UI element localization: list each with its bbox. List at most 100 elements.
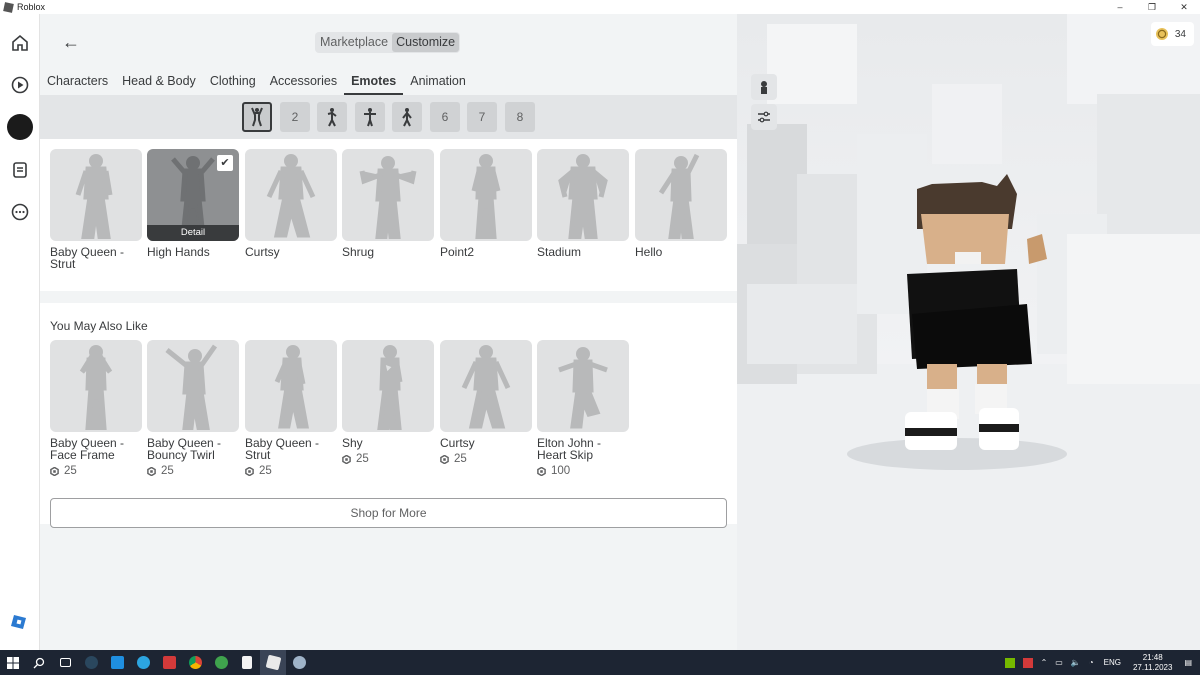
clock-time: 21:48 bbox=[1142, 652, 1163, 662]
emote-name: Hello bbox=[635, 245, 663, 259]
emote-name: High Hands bbox=[147, 245, 210, 259]
play-icon[interactable] bbox=[8, 73, 32, 97]
emote-slot-5[interactable] bbox=[392, 102, 422, 132]
emote-card[interactable]: Point2 bbox=[440, 149, 532, 258]
telegram-icon[interactable] bbox=[130, 650, 156, 675]
adjust-sliders-icon[interactable] bbox=[751, 104, 777, 130]
roblox-taskbar-icon[interactable] bbox=[260, 650, 286, 675]
emote-card-selected[interactable]: ✔ Detail High Hands bbox=[147, 149, 239, 258]
emote-slot-1[interactable] bbox=[242, 102, 272, 132]
app-icon-blue[interactable] bbox=[104, 650, 130, 675]
task-view-icon[interactable] bbox=[52, 650, 78, 675]
app-icon-red[interactable] bbox=[156, 650, 182, 675]
emote-card[interactable]: Hello bbox=[635, 149, 727, 258]
home-icon[interactable] bbox=[8, 31, 32, 55]
emote-thumbnail bbox=[245, 149, 337, 241]
app-icon-green[interactable] bbox=[208, 650, 234, 675]
customize-panel: ← Marketplace Customize Characters Head … bbox=[40, 14, 737, 650]
emote-thumbnail: ✔ Detail bbox=[147, 149, 239, 241]
chat-icon[interactable] bbox=[8, 158, 32, 182]
emote-thumbnail bbox=[635, 149, 727, 241]
volume-icon[interactable]: 🔈 bbox=[1071, 658, 1081, 667]
tray-app-icon[interactable] bbox=[1022, 657, 1033, 668]
clock[interactable]: 21:48 27.11.2023 bbox=[1127, 653, 1182, 673]
system-tray: ⌃ ▭ 🔈 ◔ ENG 21:48 27.11.2023 ▤ bbox=[1001, 650, 1200, 675]
shop-for-more-button[interactable]: Shop for More bbox=[50, 498, 727, 528]
more-icon[interactable] bbox=[8, 200, 32, 224]
emote-card[interactable]: Baby Queen - Strut bbox=[50, 149, 142, 270]
emote-slot-3[interactable] bbox=[317, 102, 347, 132]
emote-card[interactable]: Shrug bbox=[342, 149, 434, 258]
detail-button[interactable]: Detail bbox=[147, 225, 239, 241]
item-thumbnail bbox=[50, 340, 142, 432]
shop-item-card[interactable]: Baby Queen - Strut 25 bbox=[245, 340, 337, 477]
item-thumbnail bbox=[147, 340, 239, 432]
nvidia-icon[interactable] bbox=[1004, 657, 1015, 668]
category-tabs: Characters Head & Body Clothing Accessor… bbox=[40, 70, 737, 95]
windows-taskbar: ⌃ ▭ 🔈 ◔ ENG 21:48 27.11.2023 ▤ bbox=[0, 650, 1200, 675]
emote-name: Point2 bbox=[440, 245, 475, 259]
robux-icon bbox=[342, 454, 351, 464]
price-value: 25 bbox=[259, 465, 272, 477]
shop-item-card[interactable]: Baby Queen - Bouncy Twirl 25 bbox=[147, 340, 239, 477]
marketplace-tab[interactable]: Marketplace bbox=[316, 33, 392, 52]
avatar-icon[interactable] bbox=[7, 114, 33, 140]
emote-slot-4[interactable] bbox=[355, 102, 385, 132]
shop-item-card[interactable]: Baby Queen - Face Frame 25 bbox=[50, 340, 142, 477]
steam-icon[interactable] bbox=[78, 650, 104, 675]
tab-animation[interactable]: Animation bbox=[403, 70, 473, 95]
emote-slot-bar: 2 6 7 8 bbox=[40, 95, 737, 139]
item-name: Baby Queen - Bouncy Twirl bbox=[147, 436, 222, 462]
windows-start-icon[interactable] bbox=[0, 650, 26, 675]
emote-figure-icon bbox=[327, 108, 337, 127]
maximize-button[interactable]: ❐ bbox=[1136, 0, 1168, 14]
network-icon[interactable]: ▭ bbox=[1055, 658, 1063, 667]
item-name: Shy bbox=[342, 436, 363, 450]
mode-switch: Marketplace Customize bbox=[315, 32, 461, 53]
robux-balance[interactable]: 34 bbox=[1150, 22, 1194, 46]
item-price: 25 bbox=[440, 453, 532, 465]
close-button[interactable]: ✕ bbox=[1168, 0, 1200, 14]
shop-item-card[interactable]: Curtsy 25 bbox=[440, 340, 532, 465]
avatar-preview[interactable]: 34 bbox=[737, 14, 1200, 650]
emote-figure-icon bbox=[402, 108, 412, 127]
item-thumbnail bbox=[245, 340, 337, 432]
item-name: Baby Queen - Face Frame bbox=[50, 436, 125, 462]
emote-slot-6[interactable]: 6 bbox=[430, 102, 460, 132]
tray-expand-icon[interactable]: ⌃ bbox=[1041, 658, 1048, 667]
window-title: Roblox bbox=[17, 2, 46, 12]
minimize-button[interactable]: – bbox=[1104, 0, 1136, 14]
item-price: 25 bbox=[342, 453, 434, 465]
tab-characters[interactable]: Characters bbox=[40, 70, 115, 95]
clock-date: 27.11.2023 bbox=[1132, 662, 1173, 672]
emote-card[interactable]: Stadium bbox=[537, 149, 629, 258]
wifi-icon[interactable]: ◔ bbox=[1089, 658, 1094, 667]
notifications-icon[interactable]: ▤ bbox=[1184, 658, 1192, 667]
emote-name: Baby Queen - Strut bbox=[50, 245, 125, 271]
price-value: 25 bbox=[64, 465, 77, 477]
shop-item-card[interactable]: Shy 25 bbox=[342, 340, 434, 465]
item-thumbnail bbox=[342, 340, 434, 432]
avatar-head-icon[interactable] bbox=[751, 74, 777, 100]
search-icon[interactable] bbox=[26, 650, 52, 675]
emote-slot-7[interactable]: 7 bbox=[467, 102, 497, 132]
price-value: 25 bbox=[356, 453, 369, 465]
tab-clothing[interactable]: Clothing bbox=[203, 70, 263, 95]
shop-item-card[interactable]: Elton John - Heart Skip 100 bbox=[537, 340, 629, 477]
robux-icon bbox=[440, 454, 449, 464]
tab-emotes[interactable]: Emotes bbox=[344, 70, 404, 95]
customize-tab[interactable]: Customize bbox=[392, 33, 460, 52]
emote-slot-8[interactable]: 8 bbox=[505, 102, 535, 132]
roblox-studio-icon[interactable] bbox=[286, 650, 312, 675]
language-indicator[interactable]: ENG bbox=[1104, 658, 1121, 667]
file-icon[interactable] bbox=[234, 650, 260, 675]
emote-name: Shrug bbox=[342, 245, 375, 259]
tab-head-body[interactable]: Head & Body bbox=[115, 70, 203, 95]
chrome-icon[interactable] bbox=[182, 650, 208, 675]
item-name: Baby Queen - Strut bbox=[245, 436, 320, 462]
item-price: 25 bbox=[245, 465, 337, 477]
emote-card[interactable]: Curtsy bbox=[245, 149, 337, 258]
tab-accessories[interactable]: Accessories bbox=[263, 70, 344, 95]
back-arrow-icon[interactable]: ← bbox=[62, 32, 84, 52]
emote-slot-2[interactable]: 2 bbox=[280, 102, 310, 132]
